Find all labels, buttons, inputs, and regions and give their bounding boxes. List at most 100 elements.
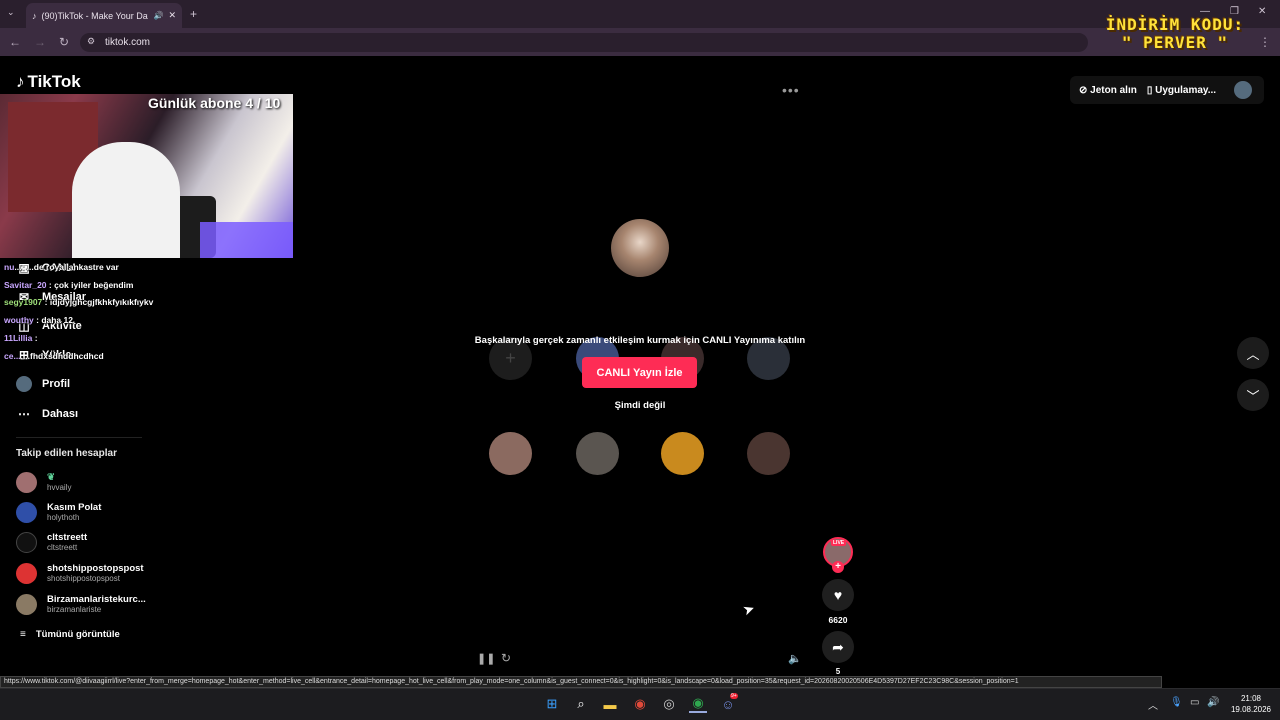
guest-avatar <box>489 432 532 475</box>
get-coins-label: Jeton alın <box>1090 84 1137 96</box>
followed-account[interactable]: cltstreett cltstreett <box>16 532 87 553</box>
chat-user: 11Lillia <box>4 333 33 343</box>
profile-avatar-icon <box>16 376 32 392</box>
sidebar-item-more[interactable]: ⋯ Dahası <box>16 406 78 422</box>
tiktok-logo[interactable]: ♪ TikTok <box>16 72 81 92</box>
followed-account[interactable]: ❦ hvvaily <box>16 472 71 493</box>
more-icon: ⋯ <box>18 407 30 421</box>
tiktok-logo-text: TikTok <box>27 72 81 91</box>
guest-avatar <box>661 432 704 475</box>
reload-icon[interactable]: ↻ <box>57 35 71 49</box>
new-tab-icon[interactable]: + <box>190 7 197 21</box>
windows-start-icon[interactable]: ⊞ <box>543 695 561 713</box>
browser-tab[interactable]: ♪ (90)TikTok - Make Your Day 🔊 ✕ <box>26 3 182 28</box>
tiktok-favicon-icon: ♪ <box>32 10 37 21</box>
address-url: tiktok.com <box>105 37 151 48</box>
promo-line-2: " PERVER " <box>1121 33 1229 52</box>
mouse-cursor-icon: ➤ <box>740 599 757 619</box>
chevron-down-icon: ﹀ <box>1246 388 1260 404</box>
share-button[interactable]: ➦ <box>822 631 854 663</box>
promo-code-overlay: İNDİRİM KODU: " PERVER " <box>1100 16 1250 52</box>
following-accounts-title: Takip edilen hesaplar <box>16 448 117 459</box>
network-icon[interactable]: ▭ <box>1190 697 1199 708</box>
live-badge: LIVE <box>831 540 847 546</box>
guest-avatar <box>576 432 619 475</box>
speaker-icon[interactable]: 🔊 <box>153 11 163 20</box>
led-lights <box>200 222 293 258</box>
account-avatar <box>16 594 37 615</box>
sidebar-item-label: Profil <box>42 378 71 390</box>
chat-text: : çok iyiler beğendim <box>48 280 134 290</box>
account-name: Birzamanlaristekurc... <box>47 594 146 605</box>
top-right-actions: ⊘ Jeton alın ▯ Uygulamay... <box>1070 76 1264 104</box>
chat-message: wouthy : daha 12 <box>4 315 73 325</box>
like-button[interactable]: ♥ <box>822 579 854 611</box>
chrome-active-icon[interactable]: ◉ <box>689 695 707 713</box>
tab-title: (90)TikTok - Make Your Day <box>41 10 149 21</box>
link-status-bar: https://www.tiktok.com/@diivaagiirrl/liv… <box>0 676 1162 688</box>
speaker-tray-icon[interactable]: 🔊 <box>1207 697 1219 708</box>
account-name: cltstreett <box>47 532 88 543</box>
account-handle: hvvaily <box>47 483 72 492</box>
heart-icon: ♥ <box>833 587 843 603</box>
pause-icon[interactable]: ❚❚ <box>477 652 495 665</box>
see-all-following-button[interactable]: ≡ Tümünü görüntüle <box>20 629 120 640</box>
chat-message: Savitar_20 : çok iyiler beğendim <box>4 280 133 290</box>
tab-list-icon[interactable]: ⌄ <box>7 7 15 18</box>
taskbar-clock[interactable]: 21:08 19.08.2026 <box>1226 693 1276 715</box>
not-now-button[interactable]: Şimdi değil <box>560 400 720 411</box>
chat-user: segy1907 <box>4 297 43 307</box>
account-name: shotshippostopspost <box>47 563 144 574</box>
follow-plus-icon[interactable]: + <box>832 561 844 573</box>
obs-icon[interactable]: ◎ <box>660 695 678 713</box>
account-handle: cltstreett <box>47 543 78 552</box>
file-explorer-icon[interactable]: ▬ <box>601 695 619 713</box>
chat-user: nu <box>4 262 15 272</box>
chat-message: 11Lillia : <box>4 333 38 343</box>
site-info-icon[interactable]: ⚙ <box>87 36 95 47</box>
account-avatar <box>16 532 37 553</box>
get-coins-button[interactable]: ⊘ Jeton alın <box>1079 85 1137 96</box>
profile-avatar[interactable] <box>1234 81 1252 99</box>
clock-date: 19.08.2026 <box>1230 705 1272 714</box>
chat-message: ce... ...fhdxsdhddhcdhcd <box>4 351 104 361</box>
chat-message: segy1907 : idjdyjghcgjfkhkfyıkıkfıykv <box>4 297 153 307</box>
search-icon[interactable]: ⌕ <box>572 695 590 713</box>
account-name: Kasım Polat <box>47 502 102 513</box>
tray-chevron-icon[interactable]: ︿ <box>1148 697 1158 712</box>
previous-video-button[interactable]: ︿ <box>1237 337 1269 369</box>
back-icon[interactable]: ← <box>8 35 22 49</box>
clock-time: 21:08 <box>1240 694 1262 703</box>
get-app-label: Uygulamay... <box>1155 84 1217 96</box>
discord-badge: 9+ <box>730 693 738 699</box>
sidebar-item-profile[interactable]: Profil <box>16 376 70 392</box>
address-bar[interactable]: tiktok.com <box>80 33 1088 52</box>
streamer-webcam <box>0 94 293 258</box>
account-avatar <box>16 563 37 584</box>
chat-text: : <box>34 333 38 343</box>
chrome-icon[interactable]: ◉ <box>631 695 649 713</box>
see-all-label: Tümünü görüntüle <box>35 629 120 640</box>
streamer-avatar[interactable] <box>611 219 669 277</box>
streamer <box>72 142 180 258</box>
refresh-icon[interactable]: ↻ <box>501 651 511 665</box>
like-count: 6620 <box>828 615 848 625</box>
subscriber-goal: Günlük abone 4 / 10 <box>148 95 281 111</box>
watch-live-button[interactable]: CANLI Yayın İzle <box>582 357 697 388</box>
microphone-icon[interactable]: 🎙 <box>1170 697 1183 708</box>
followed-account[interactable]: shotshippostopspost shotshippostopspost <box>16 563 144 584</box>
more-options-icon[interactable]: ••• <box>782 82 800 98</box>
chat-text: : daha 12 <box>36 315 73 325</box>
share-arrow-icon: ➦ <box>832 638 844 655</box>
close-tab-icon[interactable]: ✕ <box>168 10 176 21</box>
tiktok-note-icon: ♪ <box>16 72 25 91</box>
close-window-icon[interactable]: ✕ <box>1258 6 1266 17</box>
followed-account[interactable]: Kasım Polat holythoth <box>16 502 101 523</box>
browser-menu-icon[interactable]: ⋮ <box>1258 35 1272 49</box>
followed-account[interactable]: Birzamanlaristekurc... birzamanlariste <box>16 594 146 615</box>
forward-icon[interactable]: → <box>33 35 47 49</box>
next-video-button[interactable]: ﹀ <box>1237 379 1269 411</box>
get-app-button[interactable]: ▯ Uygulamay... <box>1147 85 1216 96</box>
volume-icon[interactable]: 🔈 <box>788 652 802 665</box>
account-handle: holythoth <box>47 513 80 522</box>
